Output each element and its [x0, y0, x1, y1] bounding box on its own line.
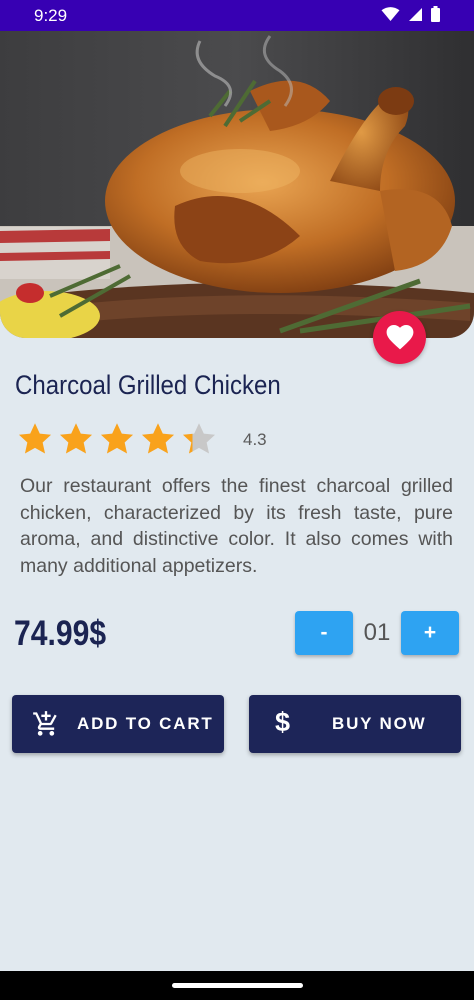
decrease-quantity-button[interactable]: - [295, 611, 353, 655]
minus-label: - [320, 621, 328, 644]
product-title: Charcoal Grilled Chicken [15, 370, 281, 400]
roast-chicken-image [0, 31, 474, 338]
quantity-value: 01 [363, 619, 391, 646]
wifi-icon [381, 6, 400, 21]
plus-label: + [423, 621, 437, 644]
heart-icon [386, 325, 413, 350]
rating-value: 4.3 [243, 430, 267, 449]
dollar-icon: $ [275, 707, 291, 737]
star-icon [141, 423, 175, 454]
navigation-bar [0, 971, 474, 1000]
increase-quantity-button[interactable]: + [401, 611, 459, 655]
star-icon [182, 423, 216, 454]
add-cart-icon [33, 711, 57, 736]
battery-icon [431, 6, 440, 22]
buy-now-label: BUY NOW [332, 714, 427, 733]
status-icons [381, 6, 440, 22]
add-to-cart-button[interactable]: ADD TO CART [12, 695, 224, 753]
product-description: Our restaurant offers the finest charcoa… [20, 475, 453, 577]
rating-stars [17, 421, 217, 457]
home-indicator[interactable] [172, 983, 303, 988]
buy-now-button[interactable]: $ BUY NOW [249, 695, 461, 753]
add-to-cart-label: ADD TO CART [77, 714, 214, 733]
product-hero-image [0, 31, 474, 338]
star-icon [100, 423, 134, 454]
signal-icon [409, 7, 422, 21]
favorite-button[interactable] [373, 311, 426, 364]
status-bar: 9:29 [0, 0, 474, 31]
product-price: 74.99$ [14, 614, 107, 653]
star-icon [18, 423, 52, 454]
status-time: 9:29 [34, 6, 68, 25]
star-icon [59, 423, 93, 454]
